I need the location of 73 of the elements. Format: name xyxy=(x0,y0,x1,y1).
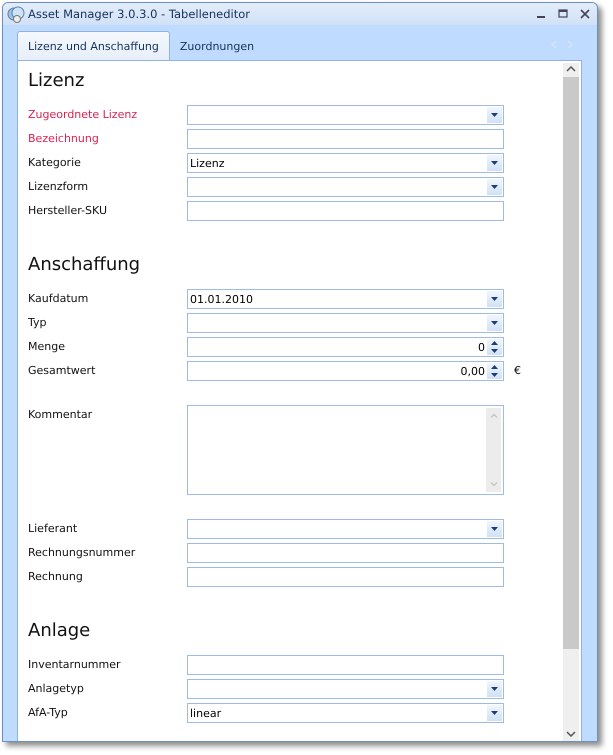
field-label: Zugeordnete Lizenz xyxy=(28,107,138,123)
tab[interactable]: Zuordnungen xyxy=(170,33,264,60)
maximize-icon xyxy=(558,9,568,19)
number-field[interactable]: 0 xyxy=(187,337,504,357)
field-label: Inventarnummer xyxy=(28,657,122,673)
dropdown-button[interactable] xyxy=(487,107,502,123)
dropdown-field[interactable] xyxy=(187,679,504,699)
unit-label: € xyxy=(514,363,521,379)
field-label: AfA-Typ xyxy=(28,705,69,721)
field-label: Menge xyxy=(28,339,66,355)
field-label: Rechnung xyxy=(28,569,84,585)
text-field[interactable] xyxy=(187,129,504,149)
dropdown-field[interactable]: linear xyxy=(187,703,504,723)
field-label: Kategorie xyxy=(28,155,82,171)
field-label: Lizenzform xyxy=(28,179,90,195)
caret-icon xyxy=(491,711,498,715)
tab[interactable]: Lizenz und Anschaffung xyxy=(17,31,170,60)
dropdown-button[interactable] xyxy=(487,291,502,307)
caret-icon xyxy=(491,161,498,165)
spin-button[interactable] xyxy=(487,363,502,379)
field-label: Typ xyxy=(28,315,48,331)
field-label: Hersteller-SKU xyxy=(28,203,108,219)
dropdown-field[interactable] xyxy=(187,177,504,197)
text-field[interactable] xyxy=(187,201,504,221)
section-heading: Anlage xyxy=(28,619,92,643)
text-field[interactable] xyxy=(187,655,504,675)
spin-button[interactable] xyxy=(487,339,502,355)
caret-icon xyxy=(491,527,498,531)
field-label: Gesamtwert xyxy=(28,363,96,379)
number-field[interactable]: 0,00 xyxy=(187,361,504,381)
dropdown-field[interactable]: Lizenz xyxy=(187,153,504,173)
dropdown-button[interactable] xyxy=(487,681,502,697)
up-down-arrows-icon xyxy=(491,365,498,377)
caret-icon xyxy=(491,687,498,691)
dropdown-field[interactable]: 01.01.2010 xyxy=(187,289,504,309)
field-label: Bezeichnung xyxy=(28,131,100,147)
field-label: Kommentar xyxy=(28,407,94,423)
field-value: Lizenz xyxy=(189,156,226,170)
field-value: linear xyxy=(189,706,222,720)
close-icon xyxy=(580,9,590,19)
caret-icon xyxy=(491,185,498,189)
scrollbar[interactable] xyxy=(563,63,579,741)
dropdown-field[interactable] xyxy=(187,519,504,539)
dropdown-button[interactable] xyxy=(487,521,502,537)
up-down-arrows-icon xyxy=(491,341,498,353)
text-field[interactable] xyxy=(187,543,504,563)
app-icon xyxy=(7,5,25,23)
section-heading: Lizenz xyxy=(28,69,86,93)
section-heading: Anschaffung xyxy=(28,253,142,277)
field-label: Kaufdatum xyxy=(28,291,90,307)
textarea-scrollbar[interactable] xyxy=(486,408,501,492)
caret-icon xyxy=(491,113,498,117)
scrollbar-thumb[interactable] xyxy=(563,77,579,649)
maximize-button[interactable] xyxy=(557,8,569,20)
dropdown-button[interactable] xyxy=(487,179,502,195)
dropdown-button[interactable] xyxy=(487,315,502,331)
window-title: Asset Manager 3.0.3.0 - Tabelleneditor xyxy=(28,7,251,21)
field-value: 01.01.2010 xyxy=(189,292,254,306)
comment-field[interactable] xyxy=(187,405,504,495)
field-value: 0,00 xyxy=(460,364,486,378)
field-label: Rechnungsnummer xyxy=(28,545,136,561)
dropdown-field[interactable] xyxy=(187,105,504,125)
caret-icon xyxy=(491,297,498,301)
dropdown-button[interactable] xyxy=(487,705,502,721)
dropdown-button[interactable] xyxy=(487,155,502,171)
text-field[interactable] xyxy=(187,567,504,587)
field-label: Lieferant xyxy=(28,521,78,537)
field-label: Anlagetyp xyxy=(28,681,85,697)
minimize-icon xyxy=(537,16,545,18)
dropdown-field[interactable] xyxy=(187,313,504,333)
caret-icon xyxy=(491,321,498,325)
field-value: 0 xyxy=(477,340,486,354)
close-button[interactable] xyxy=(579,8,591,20)
